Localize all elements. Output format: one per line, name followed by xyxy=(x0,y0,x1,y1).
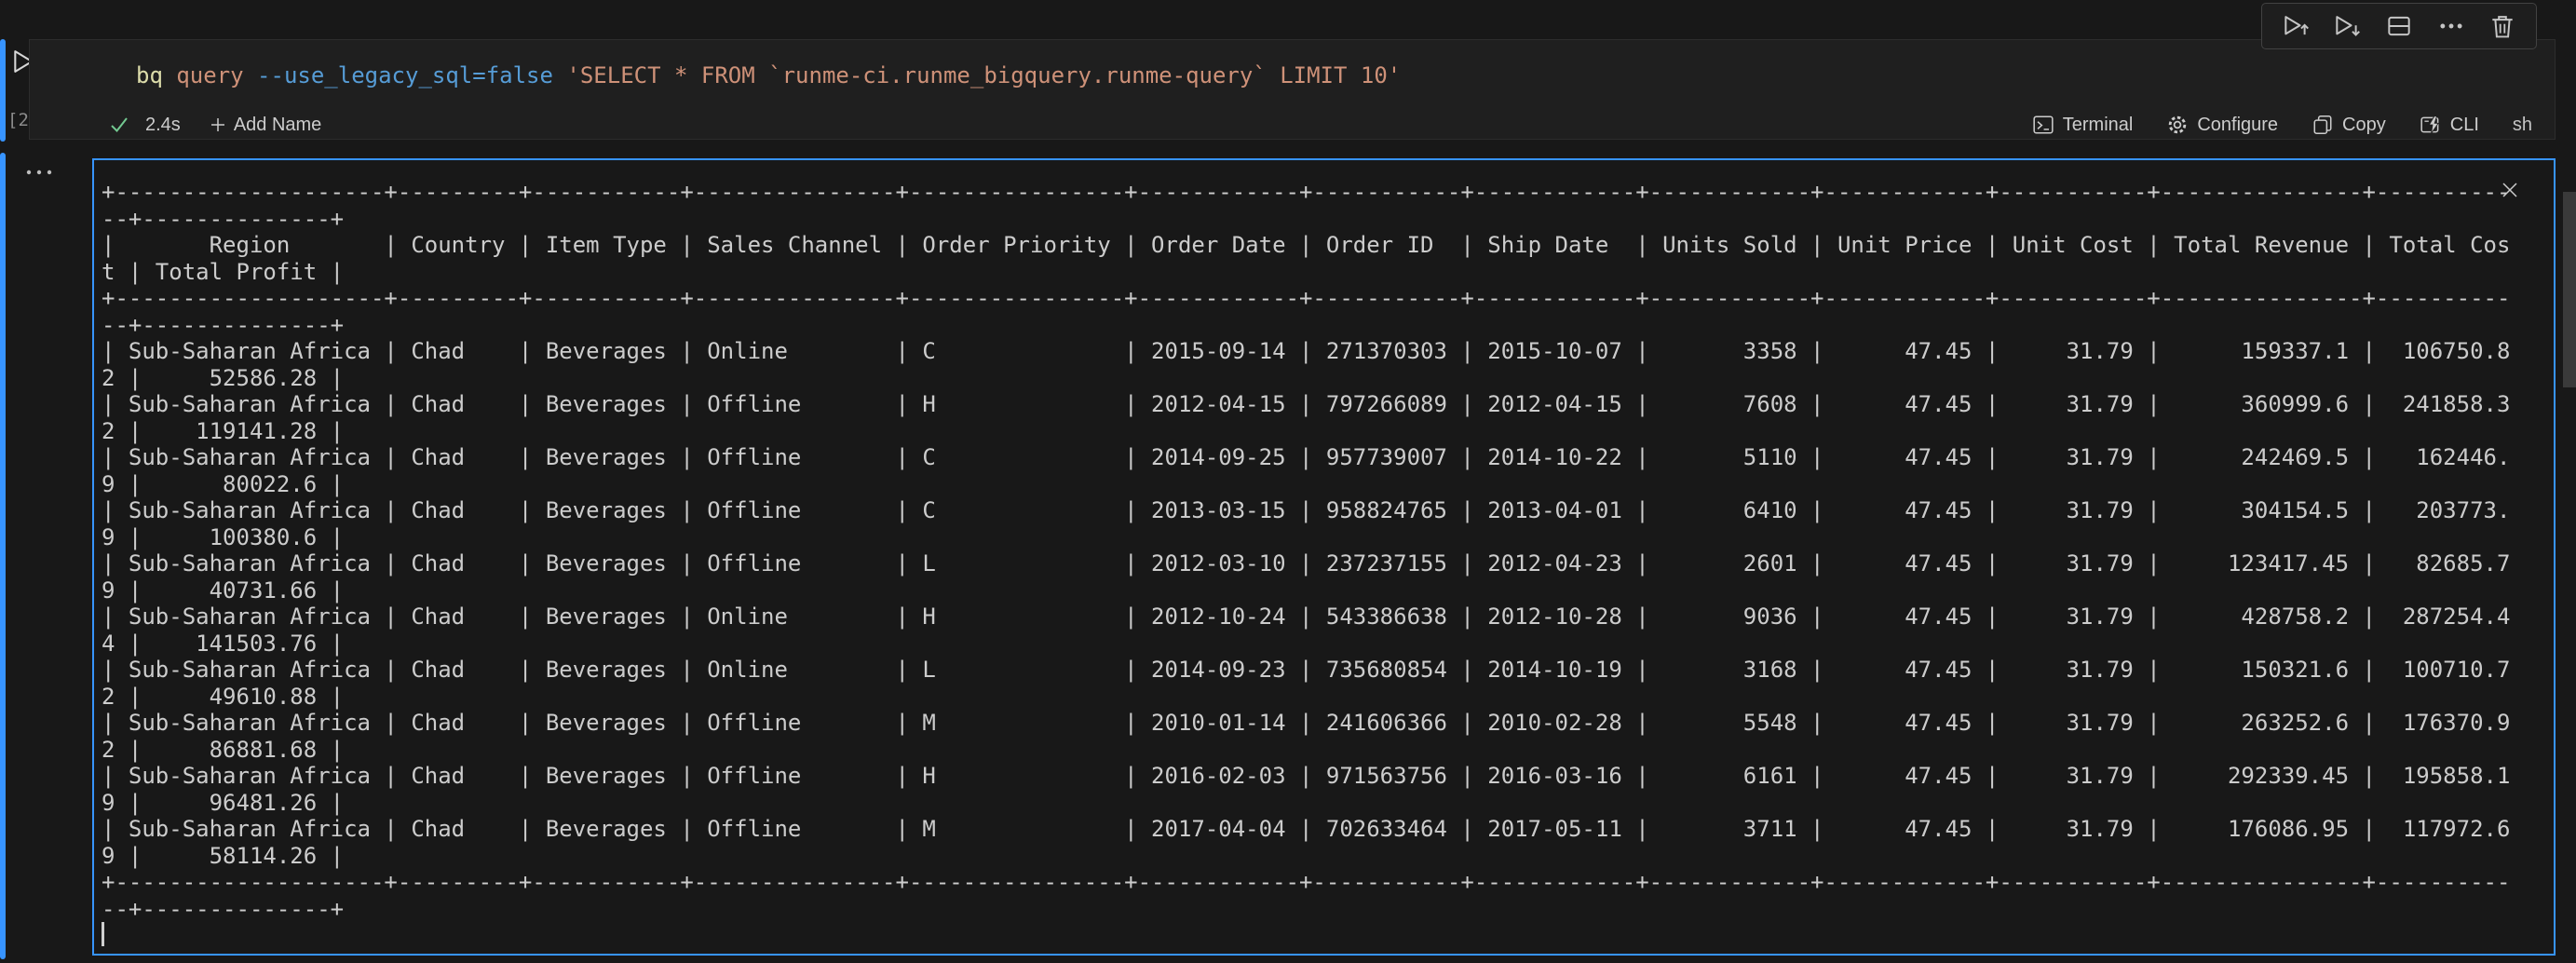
cli-icon xyxy=(2420,114,2442,136)
cli-button[interactable]: CLI xyxy=(2420,114,2479,136)
terminal-text: +--------------------+---------+--------… xyxy=(102,179,2510,922)
copy-label: Copy xyxy=(2342,115,2386,136)
ellipsis-icon xyxy=(2436,11,2466,41)
terminal-cursor xyxy=(102,922,104,946)
cli-label: CLI xyxy=(2450,115,2479,136)
execute-below-button[interactable] xyxy=(2328,9,2366,43)
execution-duration: 2.4s xyxy=(145,115,181,136)
configure-label: Configure xyxy=(2197,115,2278,136)
status-actions: Terminal Configure Copy CLI sh xyxy=(2032,114,2532,136)
status-left: 2.4s Add Name xyxy=(108,114,321,136)
code-cell: bq query --use_legacy_sql=false 'SELECT … xyxy=(29,39,2556,140)
close-icon xyxy=(2499,179,2521,201)
close-terminal-button[interactable] xyxy=(2499,179,2521,201)
delete-cell-button[interactable] xyxy=(2484,9,2521,43)
cell-focus-bar xyxy=(0,39,6,142)
add-name-label: Add Name xyxy=(234,115,322,136)
output-menu-button[interactable] xyxy=(20,164,58,181)
output-focus-bar xyxy=(0,153,6,959)
configure-button[interactable]: Configure xyxy=(2166,114,2278,136)
add-name-button[interactable]: Add Name xyxy=(209,115,322,136)
execute-above-button[interactable] xyxy=(2277,9,2314,43)
ellipsis-icon xyxy=(24,168,54,177)
split-cell-button[interactable] xyxy=(2380,9,2418,43)
split-cell-icon xyxy=(2384,11,2414,41)
notebook-page: { "gutter": { "execution_count": "[2]" }… xyxy=(0,0,2576,963)
success-check-icon xyxy=(108,114,130,136)
editor-scrollbar[interactable] xyxy=(2563,192,2576,387)
terminal-output-panel[interactable]: +--------------------+---------+--------… xyxy=(92,158,2556,956)
terminal-icon xyxy=(2032,114,2054,136)
copy-icon xyxy=(2312,114,2334,136)
gear-icon xyxy=(2166,114,2189,136)
cell-status-bar: 2.4s Add Name Terminal Configure xyxy=(30,111,2555,139)
language-label: sh xyxy=(2513,115,2532,136)
terminal-label: Terminal xyxy=(2063,115,2134,136)
copy-button[interactable]: Copy xyxy=(2312,114,2386,136)
command-text: bq query --use_legacy_sql=false 'SELECT … xyxy=(136,62,1401,88)
more-actions-button[interactable] xyxy=(2433,9,2470,43)
terminal-button[interactable]: Terminal xyxy=(2032,114,2134,136)
trash-icon xyxy=(2488,11,2517,41)
play-up-icon xyxy=(2281,11,2311,41)
cell-toolbar xyxy=(2261,3,2537,49)
play-down-icon xyxy=(2332,11,2362,41)
plus-icon xyxy=(209,115,227,134)
code-editor[interactable]: bq query --use_legacy_sql=false 'SELECT … xyxy=(30,40,2555,111)
